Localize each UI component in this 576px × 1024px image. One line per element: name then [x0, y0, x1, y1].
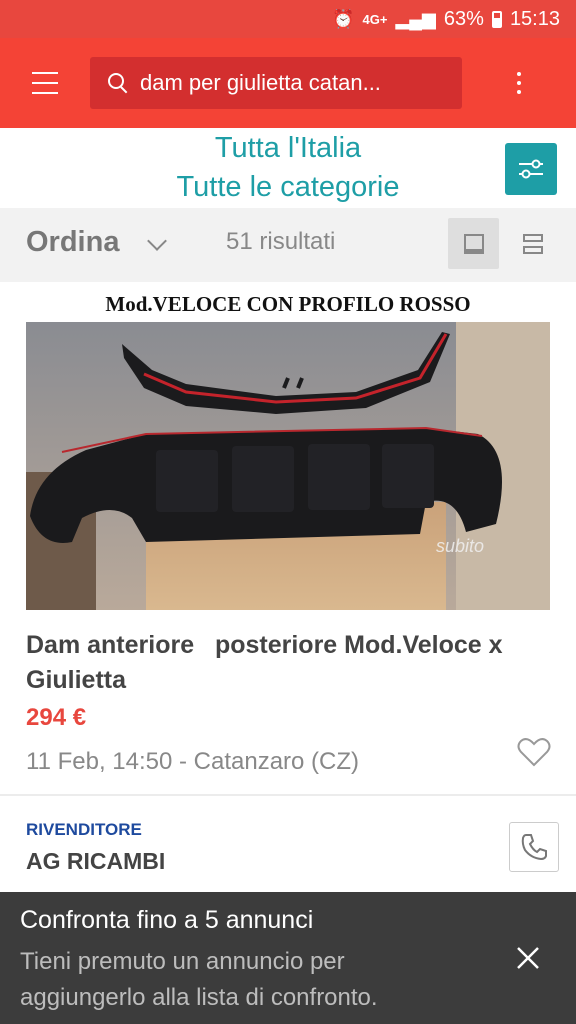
watermark: subito [436, 536, 484, 556]
listing-title[interactable]: Dam anteriore posteriore Mod.Veloce x Gi… [26, 628, 556, 698]
single-view-button[interactable] [448, 218, 499, 269]
list-view-icon [522, 233, 543, 242]
heart-icon[interactable] [517, 736, 551, 768]
product-photo: subito [26, 322, 550, 610]
battery-percent: 63% [443, 7, 484, 30]
sort-bar: Ordina 51 risultati [0, 208, 576, 282]
status-bar: ⏰ 4G+ ▂▄▆ 63% 15:13 [0, 0, 576, 38]
location-filter[interactable]: Tutta l'Italia [0, 132, 576, 165]
search-query: dam per giulietta catan... [140, 70, 381, 95]
snackbar-body: Tieni premuto un annuncio per aggiungerl… [20, 948, 378, 1011]
sort-button[interactable]: Ordina [26, 226, 119, 259]
network-type: 4G+ [362, 11, 388, 27]
phone-icon [521, 834, 547, 861]
single-view-icon [463, 233, 484, 254]
app-bar: dam per giulietta catan... [0, 38, 576, 128]
battery-icon [491, 10, 502, 28]
filter-button[interactable] [505, 143, 557, 195]
call-button[interactable] [509, 822, 559, 872]
search-icon [104, 69, 132, 97]
listing-price: 294 € [26, 704, 87, 731]
chevron-down-icon[interactable] [147, 231, 167, 251]
seller-name: AG RICAMBI [26, 848, 166, 874]
menu-icon[interactable] [0, 38, 90, 128]
more-vert-icon[interactable] [462, 38, 576, 128]
snackbar-title: Confronta fino a 5 annunci [20, 906, 314, 934]
compare-snackbar: Confronta fino a 5 annunci Tieni premuto… [0, 892, 576, 1024]
signal-icon: ▂▄▆ [395, 8, 436, 29]
search-input[interactable]: dam per giulietta catan... [90, 57, 462, 109]
seller-type: RIVENDITORE [26, 820, 142, 839]
image-caption: Mod.VELOCE CON PROFILO ROSSO [26, 286, 550, 322]
clock: 15:13 [509, 7, 560, 30]
listing-card[interactable]: Mod.VELOCE CON PROFILO ROSSO subito Dam … [0, 282, 576, 892]
listing-image[interactable]: Mod.VELOCE CON PROFILO ROSSO subito [26, 286, 550, 610]
divider [0, 794, 576, 796]
list-view-button[interactable] [507, 218, 558, 269]
results-count: 51 risultati [226, 228, 336, 255]
alarm-icon: ⏰ [332, 8, 355, 29]
category-filter[interactable]: Tutte le categorie [0, 171, 576, 204]
filter-area: Tutta l'Italia Tutte le categorie [0, 128, 576, 208]
close-icon[interactable] [508, 938, 548, 978]
listing-date-location: 11 Feb, 14:50 - Catanzaro (CZ) [26, 748, 360, 775]
filter-sliders-icon [519, 159, 543, 179]
